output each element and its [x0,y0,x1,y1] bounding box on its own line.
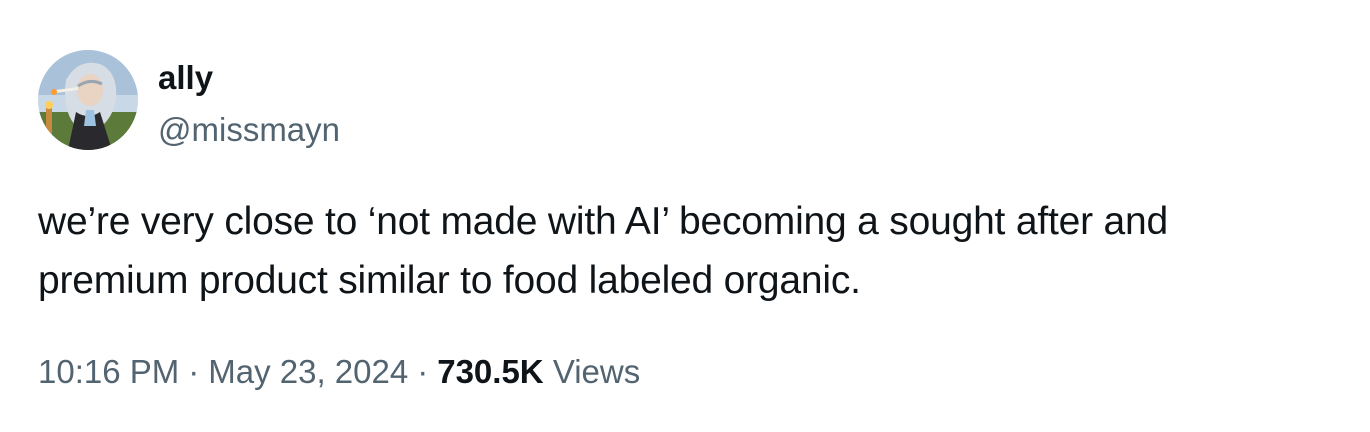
avatar-image [38,50,138,150]
avatar[interactable] [38,50,138,150]
meta-separator: · [188,353,200,390]
author-handle[interactable]: @missmayn [158,110,340,150]
tweet-text-line-2: premium product similar to food labeled … [38,259,861,302]
tweet-card: ally @missmayn we’re very close to ‘not … [0,0,1370,432]
tweet-header: ally @missmayn [38,50,340,150]
author-display-name[interactable]: ally [158,58,340,98]
tweet-date[interactable]: May 23, 2024 [208,353,408,390]
tweet-time[interactable]: 10:16 PM [38,353,179,390]
tweet-metadata: 10:16 PM · May 23, 2024 · 730.5K Views [38,350,640,394]
meta-separator: · [417,353,429,390]
views-count: 730.5K [437,353,544,390]
tweet-text: we’re very close to ‘not made with AI’ b… [38,192,1348,310]
tweet-text-line-1: we’re very close to ‘not made with AI’ b… [38,200,1168,243]
views-label: Views [552,353,641,390]
author-names: ally @missmayn [158,58,340,150]
